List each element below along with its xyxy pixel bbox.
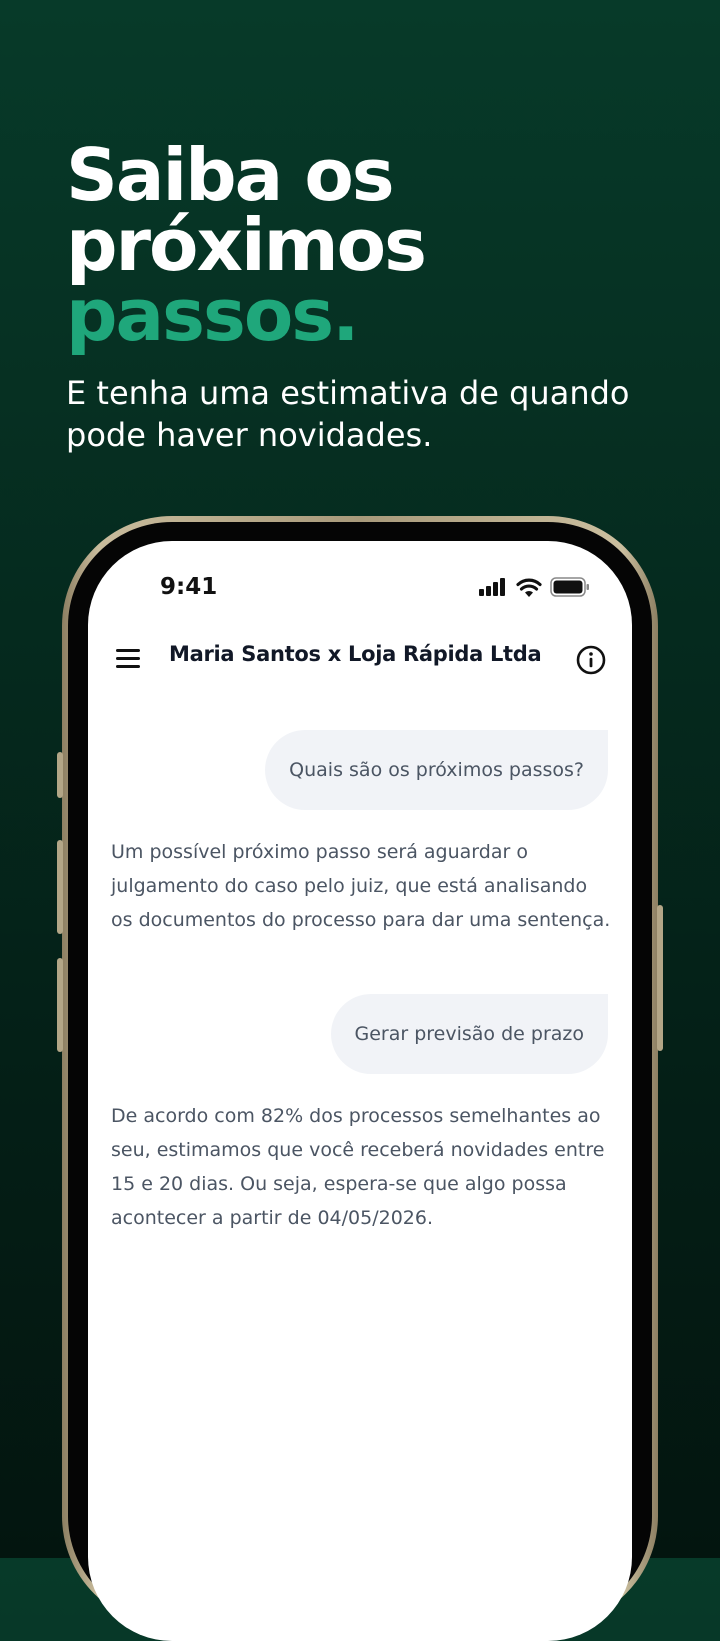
- menu-icon[interactable]: [116, 649, 140, 669]
- phone-volume-up-button: [57, 840, 63, 934]
- phone-action-button: [57, 752, 63, 798]
- status-time: 9:41: [160, 574, 218, 600]
- promo-headline: Saiba os próximos passos.: [66, 133, 427, 357]
- wifi-icon: [516, 578, 542, 597]
- info-icon[interactable]: [576, 645, 606, 675]
- signal-icon: [479, 578, 505, 596]
- user-message: Quais são os próximos passos?: [265, 730, 608, 810]
- phone-screen: 9:41 Maria Santos x Loja Rápida Ltda Qua…: [88, 541, 632, 1641]
- status-icons: [478, 577, 590, 597]
- headline-line-1: Saiba os: [66, 133, 395, 217]
- chat-header: Maria Santos x Loja Rápida Ltda: [88, 637, 632, 681]
- case-title: Maria Santos x Loja Rápida Ltda: [169, 642, 542, 666]
- headline-accent: passos.: [66, 273, 360, 357]
- assistant-message: De acordo com 82% dos processos semelhan…: [111, 1105, 605, 1229]
- phone-power-button: [657, 905, 663, 1051]
- phone-volume-down-button: [57, 958, 63, 1052]
- assistant-message: Um possível próximo passo será aguardar …: [111, 841, 611, 931]
- user-message[interactable]: Gerar previsão de prazo: [330, 994, 608, 1074]
- battery-icon: [550, 577, 589, 597]
- headline-line-2: próximos: [66, 203, 427, 287]
- promo-subtitle: E tenha uma estimativa de quando pode ha…: [66, 374, 630, 454]
